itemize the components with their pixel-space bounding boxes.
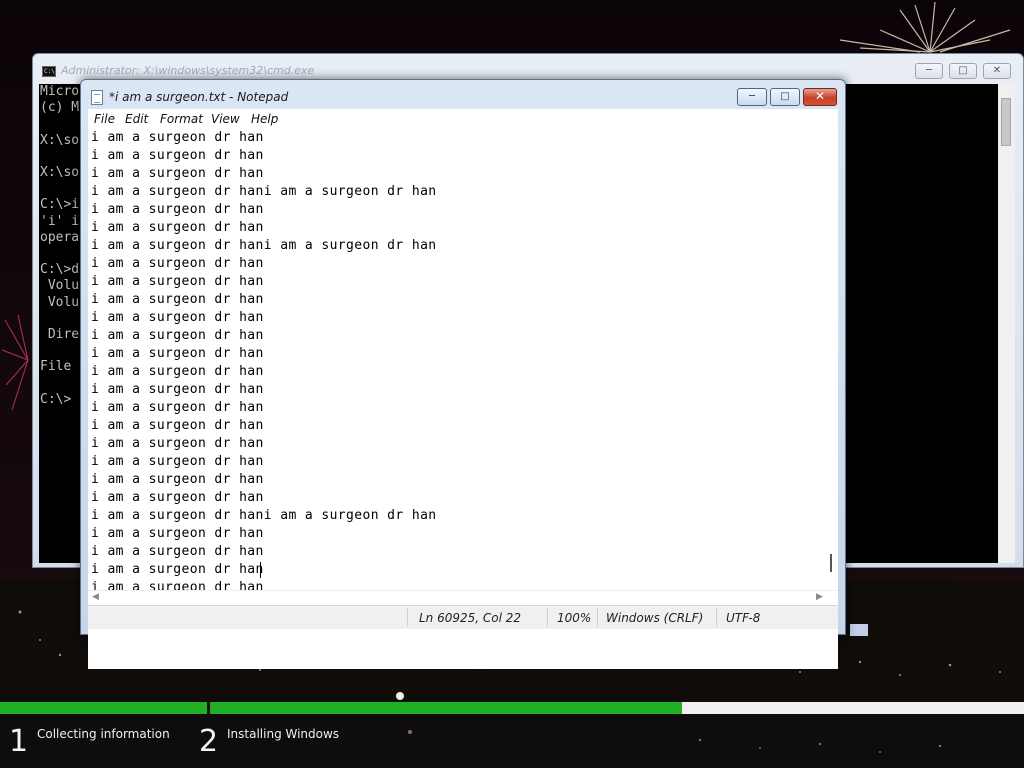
- text-line: i am a surgeon dr hani am a surgeon dr h…: [91, 508, 437, 523]
- notepad-window[interactable]: *i am a surgeon.txt - Notepad ─ □ ✕ File…: [80, 79, 846, 669]
- text-line: i am a surgeon dr han: [91, 364, 264, 379]
- zoom-level: 100%: [557, 611, 592, 625]
- scrollbar-thumb[interactable]: [830, 554, 832, 572]
- notepad-minimize-button[interactable]: ─: [737, 88, 767, 106]
- console-line: C:\>i: [40, 197, 80, 213]
- console-line: C:\>d: [40, 262, 80, 278]
- text-line: i am a surgeon dr han: [91, 148, 264, 163]
- console-line: X:\so: [40, 132, 80, 148]
- scrollbar-thumb[interactable]: [1001, 98, 1011, 146]
- cmd-scrollbar[interactable]: [998, 84, 1015, 563]
- step-2-label: Installing Windows: [227, 727, 340, 741]
- text-line: i am a surgeon dr han: [91, 472, 264, 487]
- menu-edit[interactable]: Edit: [125, 112, 148, 126]
- text-line: i am a surgeon dr han: [91, 346, 264, 361]
- notepad-icon: [91, 90, 103, 105]
- menu-help[interactable]: Help: [251, 112, 278, 126]
- text-editor[interactable]: i am a surgeon dr han i am a surgeon dr h…: [88, 129, 838, 669]
- console-line: Volu: [40, 278, 80, 294]
- menu-bar: File Edit Format View Help: [88, 109, 838, 129]
- status-separator: [407, 608, 408, 627]
- status-separator: [597, 608, 598, 627]
- text-line: i am a surgeon dr han: [91, 328, 264, 343]
- text-line: i am a surgeon dr han: [91, 310, 264, 325]
- console-line: Micro: [40, 84, 80, 99]
- console-line: C:\>: [40, 391, 72, 407]
- step-1-progress: [0, 702, 207, 714]
- notepad-window-title: *i am a surgeon.txt - Notepad: [109, 90, 289, 104]
- step-2-progress-fill: [210, 702, 683, 714]
- text-line: i am a surgeon dr han: [91, 220, 264, 235]
- maximize-button[interactable]: □: [949, 63, 977, 79]
- status-separator: [547, 608, 548, 627]
- scroll-left-arrow-icon[interactable]: ◀: [92, 591, 99, 604]
- menu-view[interactable]: View: [211, 112, 240, 126]
- text-line: i am a surgeon dr han: [91, 130, 264, 145]
- notepad-maximize-button[interactable]: □: [770, 88, 800, 106]
- step-1-number: 1: [9, 724, 29, 759]
- text-line: i am a surgeon dr han: [91, 526, 264, 541]
- step-1-label: Collecting information: [37, 727, 170, 741]
- console-line: Volu: [40, 294, 80, 310]
- cmd-icon: C:\: [42, 66, 56, 77]
- step-1-progress-fill: [0, 702, 207, 714]
- text-line: i am a surgeon dr han: [91, 436, 264, 451]
- scroll-right-arrow-icon[interactable]: ▶: [816, 591, 823, 604]
- step-2-number: 2: [199, 724, 219, 759]
- text-line: i am a surgeon dr han: [91, 166, 264, 181]
- step-2-progress: [210, 702, 1024, 714]
- text-line: i am a surgeon dr han: [91, 544, 264, 559]
- text-line: i am a surgeon dr han: [91, 400, 264, 415]
- console-line: (c) M: [40, 100, 80, 116]
- menu-file[interactable]: File: [94, 112, 115, 126]
- cmd-window-title: Administrator: X:\windows\system32\cmd.e…: [61, 64, 315, 77]
- text-line: i am a surgeon dr han: [91, 274, 264, 289]
- cursor-position: Ln 60925, Col 22: [419, 611, 522, 625]
- text-line: i am a surgeon dr han: [91, 454, 264, 469]
- text-caret: [260, 562, 261, 578]
- console-line: 'i' i: [40, 213, 80, 229]
- menu-format[interactable]: Format: [160, 112, 203, 126]
- setup-progress-bar: [0, 702, 1024, 714]
- editor-horizontal-scrollbar[interactable]: ◀ ▶: [88, 590, 838, 604]
- editor-vertical-scrollbar[interactable]: [825, 129, 838, 590]
- console-line: X:\so: [40, 165, 80, 180]
- text-line: i am a surgeon dr han: [91, 490, 264, 505]
- status-separator: [716, 608, 717, 627]
- minimize-button[interactable]: ─: [915, 63, 943, 79]
- text-line: i am a surgeon dr han: [91, 382, 264, 397]
- console-line: Dire: [40, 327, 80, 342]
- text-line: i am a surgeon dr hani am a surgeon dr h…: [91, 184, 437, 199]
- text-line: i am a surgeon dr hani am a surgeon dr h…: [91, 238, 437, 253]
- text-line: i am a surgeon dr han: [91, 292, 264, 307]
- console-line: File: [40, 359, 72, 375]
- text-line: i am a surgeon dr han: [91, 418, 264, 433]
- text-line: i am a surgeon dr han: [91, 256, 264, 271]
- line-ending: Windows (CRLF): [606, 611, 704, 625]
- status-bar: Ln 60925, Col 22 100% Windows (CRLF) UTF…: [88, 605, 838, 629]
- encoding: UTF-8: [726, 611, 761, 625]
- notepad-close-button[interactable]: ✕: [803, 88, 837, 106]
- text-line: i am a surgeon dr han: [91, 562, 264, 577]
- close-button[interactable]: ✕: [983, 63, 1011, 79]
- console-line: opera: [40, 229, 80, 245]
- text-line: i am a surgeon dr han: [91, 202, 264, 217]
